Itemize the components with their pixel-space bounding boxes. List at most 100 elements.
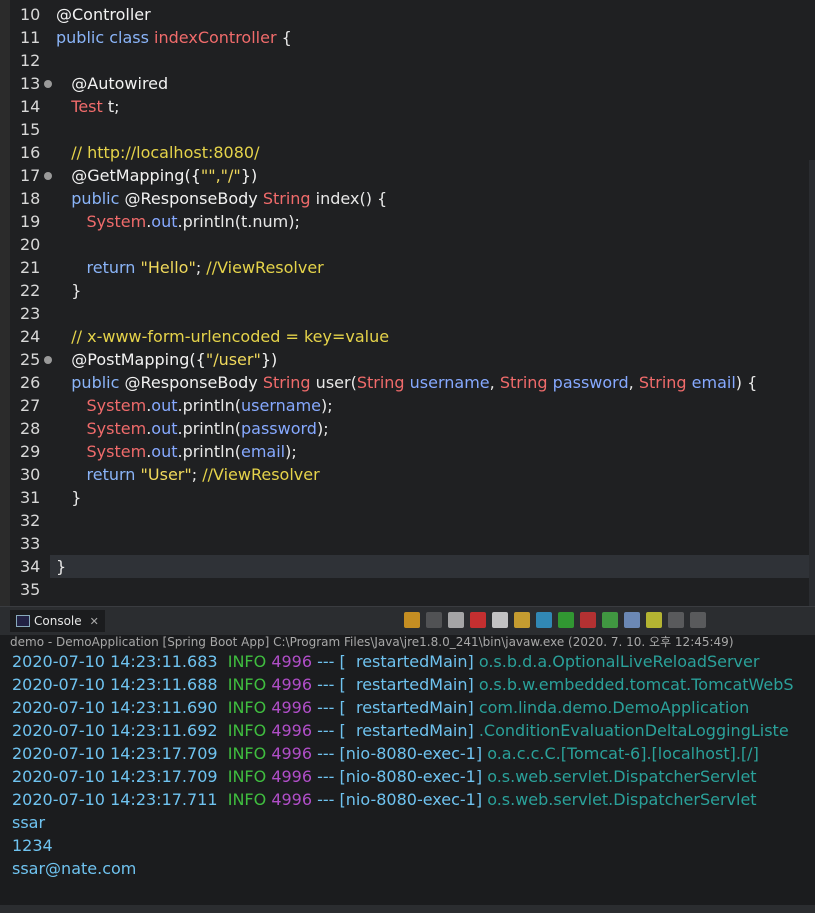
code-text: } [56,557,67,576]
line-number: 20 [20,235,41,254]
code-line[interactable]: 11 public class indexController { [0,26,815,49]
code-text: @GetMapping({"","/"}) [71,166,258,185]
terminate-icon[interactable] [470,612,486,628]
line-number: 17 [20,166,41,185]
refresh-icon[interactable] [404,612,420,628]
code-line[interactable]: 25 @PostMapping({"/user"}) [0,348,815,371]
console-icon [16,615,30,627]
code-text: System.out.println(email); [86,442,297,461]
stdout-line: ssar [12,813,46,832]
stdout-line: ssar@nate.com [12,859,137,878]
scroll-lock-icon[interactable] [514,612,530,628]
code-text: public @ResponseBody String user(String … [71,373,758,392]
line-number: 15 [20,120,41,139]
code-line[interactable]: 22 } [0,279,815,302]
fold-toggle-icon[interactable] [44,80,52,88]
code-text: // http://localhost:8080/ [71,143,260,162]
log-line: 2020-07-10 14:23:17.709 INFO 4996 --- [n… [12,767,757,786]
log-line: 2020-07-10 14:23:11.683 INFO 4996 --- [ … [12,652,760,671]
line-number: 18 [20,189,41,208]
remove-launch-icon[interactable] [426,612,442,628]
minimize-icon[interactable] [668,612,684,628]
code-text: public class indexController { [56,28,292,47]
code-line[interactable]: 28 System.out.println(password); [0,417,815,440]
display-console-icon[interactable] [624,612,640,628]
code-line[interactable]: 29 System.out.println(email); [0,440,815,463]
line-number: 16 [20,143,41,162]
tab-console[interactable]: Console ✕ [10,610,105,632]
log-line: 2020-07-10 14:23:11.688 INFO 4996 --- [ … [12,675,794,694]
code-text: } [56,281,82,300]
code-line[interactable]: 27 System.out.println(username); [0,394,815,417]
line-number: 27 [20,396,41,415]
code-text: // x-www-form-urlencoded = key=value [71,327,390,346]
code-line[interactable]: 18 public @ResponseBody String index() { [0,187,815,210]
code-line[interactable]: 32 [0,509,815,532]
open-console-icon[interactable] [646,612,662,628]
show-on-stdout-icon[interactable] [558,612,574,628]
bottom-scrollbar[interactable] [0,905,815,913]
code-line[interactable]: 35 [0,578,815,601]
line-number: 26 [20,373,41,392]
remove-all-icon[interactable] [448,612,464,628]
code-line[interactable]: 23 [0,302,815,325]
code-line[interactable]: 31 } [0,486,815,509]
console-toolbar [404,612,706,628]
stdout-line: 1234 [12,836,53,855]
line-number: 33 [20,534,41,553]
log-line: 2020-07-10 14:23:11.692 INFO 4996 --- [ … [12,721,789,740]
code-text: return "Hello"; //ViewResolver [86,258,324,277]
line-number: 12 [20,51,41,70]
log-line: 2020-07-10 14:23:11.690 INFO 4996 --- [ … [12,698,750,717]
maximize-icon[interactable] [690,612,706,628]
line-number: 21 [20,258,41,277]
code-line[interactable]: 14 Test t; [0,95,815,118]
code-text: return "User"; //ViewResolver [86,465,320,484]
line-number: 11 [20,28,41,47]
code-line[interactable]: 26 public @ResponseBody String user(Stri… [0,371,815,394]
close-icon[interactable]: ✕ [90,615,99,628]
code-line[interactable]: 19 System.out.println(t.num); [0,210,815,233]
line-number: 32 [20,511,41,530]
code-line[interactable]: 20 [0,233,815,256]
line-number: 24 [20,327,41,346]
code-line[interactable]: 17 @GetMapping({"","/"}) [0,164,815,187]
code-line[interactable]: 21 return "Hello"; //ViewResolver [0,256,815,279]
line-number: 19 [20,212,41,231]
code-text: System.out.println(t.num); [86,212,300,231]
code-line[interactable]: 12 [0,49,815,72]
line-number: 34 [20,557,41,576]
code-line[interactable]: 15 [0,118,815,141]
line-number: 28 [20,419,41,438]
code-line[interactable]: 24 // x-www-form-urlencoded = key=value [0,325,815,348]
code-line[interactable]: 10 @Controller [0,3,815,26]
word-wrap-icon[interactable] [536,612,552,628]
line-number: 35 [20,580,41,599]
code-editor[interactable]: 10 @Controller 11 public class indexControl… [0,0,815,606]
code-text: @Autowired [71,74,169,93]
console-view: Console ✕ demo - DemoApplication [Spring… [0,606,815,913]
line-number: 14 [20,97,41,116]
show-on-stderr-icon[interactable] [580,612,596,628]
code-text: System.out.println(username); [86,396,333,415]
line-number: 23 [20,304,41,323]
line-number: 31 [20,488,41,507]
code-text: public @ResponseBody String index() { [71,189,388,208]
launch-status: demo - DemoApplication [Spring Boot App]… [10,635,734,649]
line-number: 22 [20,281,41,300]
code-line[interactable]: 33 [0,532,815,555]
fold-toggle-icon[interactable] [44,172,52,180]
editor-scrollbar[interactable] [809,160,815,606]
pin-console-icon[interactable] [602,612,618,628]
console-tabbar: Console ✕ [0,606,815,635]
code-text: @PostMapping({"/user"}) [71,350,278,369]
code-text: @Controller [56,5,151,24]
line-number: 30 [20,465,41,484]
fold-toggle-icon[interactable] [44,356,52,364]
clear-console-icon[interactable] [492,612,508,628]
code-line[interactable]: 30 return "User"; //ViewResolver [0,463,815,486]
line-number: 13 [20,74,41,93]
code-line[interactable]: 16 // http://localhost:8080/ [0,141,815,164]
code-line[interactable]: 34} [0,555,815,578]
code-line[interactable]: 13 @Autowired [0,72,815,95]
